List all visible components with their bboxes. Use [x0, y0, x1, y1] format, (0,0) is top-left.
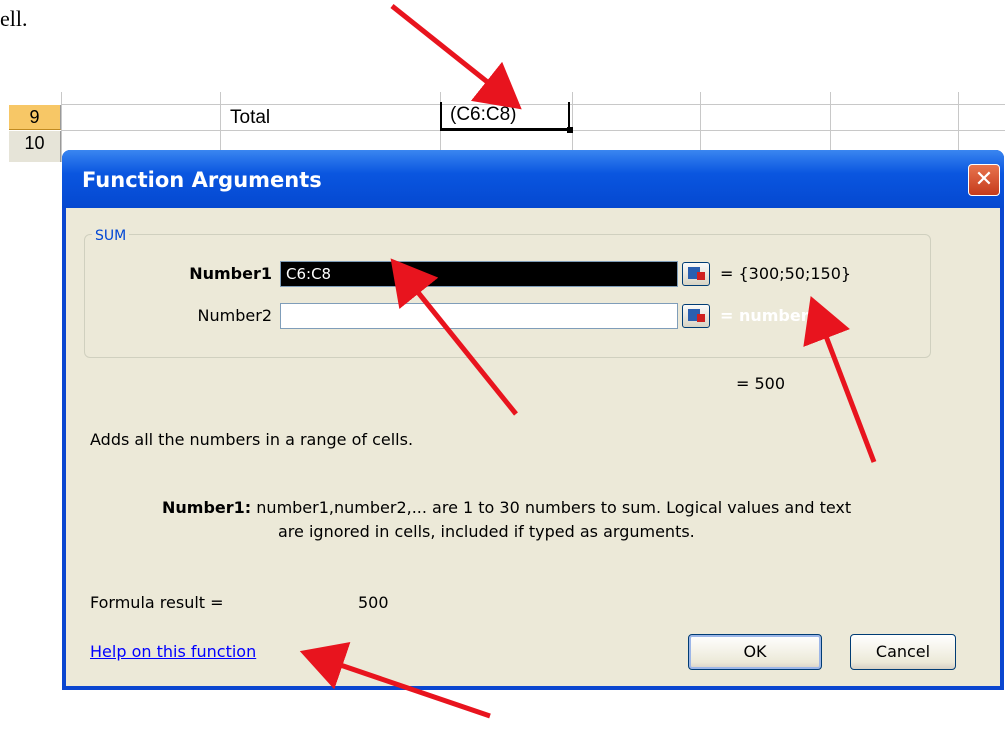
argument-help-label: Number1: — [162, 498, 252, 517]
function-arguments-dialog: Function Arguments ✕ SUM Number1 C6:C8 =… — [62, 150, 1004, 690]
document-text: ell. — [0, 6, 28, 31]
number2-result: = number — [720, 306, 809, 325]
sum-group-box — [84, 234, 931, 358]
close-icon[interactable]: ✕ — [968, 164, 1000, 196]
argument-help-line2: are ignored in cells, included if typed … — [278, 522, 695, 541]
function-description: Adds all the numbers in a range of cells… — [90, 430, 414, 449]
number2-collapse-dialog-icon[interactable] — [682, 304, 710, 328]
dialog-titlebar[interactable]: Function Arguments ✕ — [62, 150, 1004, 208]
active-cell-value: (C6:C8) — [450, 104, 517, 125]
dialog-title: Function Arguments — [82, 168, 322, 192]
cancel-button[interactable]: Cancel — [850, 634, 956, 670]
dialog-body: SUM Number1 C6:C8 = {300;50;150} Number2… — [66, 208, 1000, 686]
row-header-9[interactable]: 9 — [9, 105, 61, 130]
cell-total-label[interactable]: Total — [230, 105, 270, 130]
number2-label: Number2 — [197, 306, 272, 325]
total-result: = 500 — [736, 374, 786, 393]
help-on-function-link[interactable]: Help on this function — [90, 642, 256, 661]
row-header-10[interactable]: 10 — [9, 131, 61, 162]
formula-result-label: Formula result = — [90, 593, 224, 612]
number1-input[interactable]: C6:C8 — [280, 261, 678, 287]
active-cell[interactable]: (C6:C8) — [440, 102, 573, 133]
number1-result: = {300;50;150} — [720, 264, 852, 283]
ok-button[interactable]: OK — [688, 634, 822, 670]
function-name-label: SUM — [92, 228, 130, 244]
formula-result-value: 500 — [358, 593, 389, 612]
number1-collapse-dialog-icon[interactable] — [682, 262, 710, 286]
arrow-to-active-cell — [390, 4, 522, 110]
number2-input[interactable] — [280, 303, 678, 329]
grid-line — [61, 92, 62, 162]
number1-label: Number1 — [189, 264, 272, 283]
argument-help-line1: number1,number2,... are 1 to 30 numbers … — [256, 498, 852, 517]
fill-handle[interactable] — [567, 127, 573, 133]
